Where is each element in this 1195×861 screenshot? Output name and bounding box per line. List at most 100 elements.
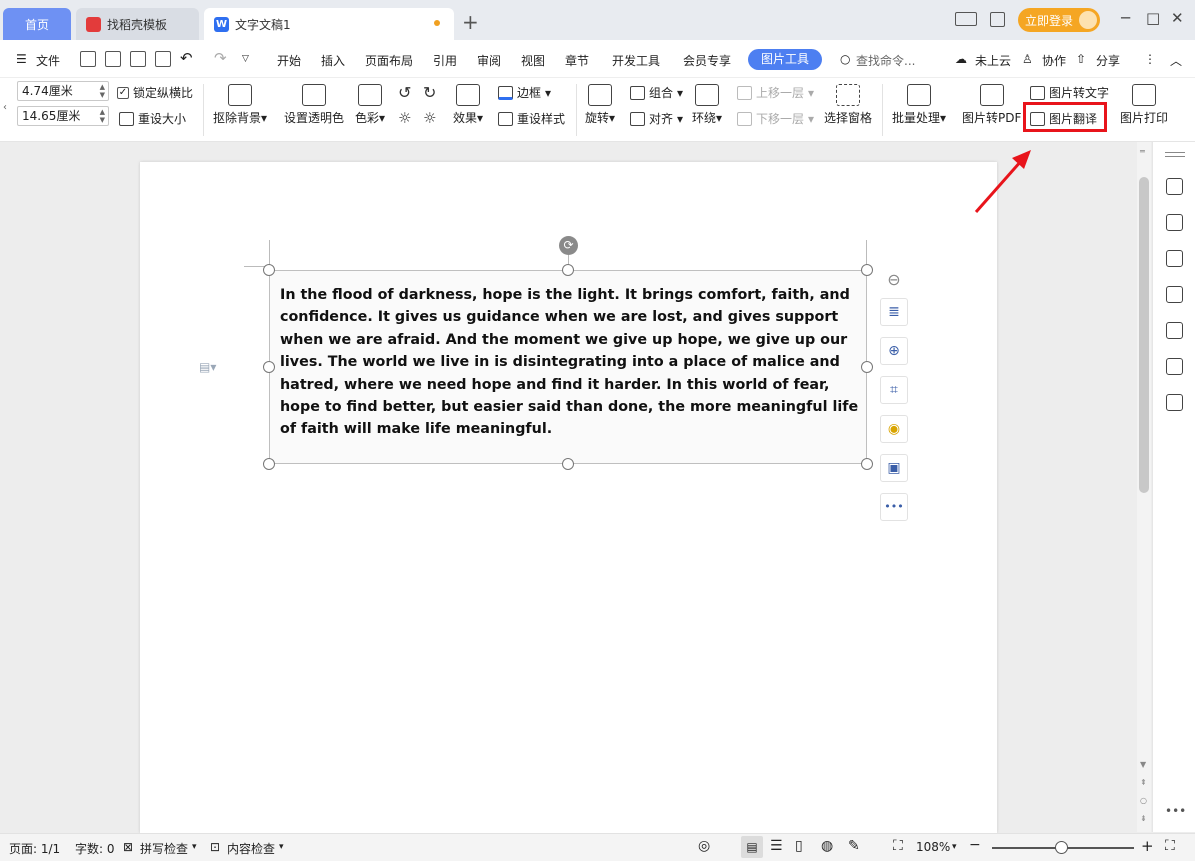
- scroll-down-icon[interactable]: ▼: [1140, 760, 1146, 769]
- content-check-button[interactable]: 内容检查: [227, 840, 275, 857]
- rotate-right-icon[interactable]: ↻: [423, 83, 436, 102]
- effects-button[interactable]: 效果▾: [453, 84, 483, 126]
- border-button[interactable]: 边框 ▾: [498, 84, 551, 101]
- height-spinner-icon[interactable]: ▲ ▼: [100, 83, 105, 99]
- reading-view-icon[interactable]: ▯: [795, 838, 803, 854]
- fullscreen-icon[interactable]: ⛶: [1165, 838, 1175, 854]
- resize-handle-left[interactable]: [263, 361, 275, 373]
- width-spinner-icon[interactable]: ▲ ▼: [100, 108, 105, 124]
- undo-icon[interactable]: ↶: [180, 49, 193, 67]
- pen-icon[interactable]: [1166, 214, 1183, 231]
- adjust-sliders-icon[interactable]: [1166, 286, 1183, 303]
- rotate-button[interactable]: 旋转▾: [585, 84, 615, 126]
- menu-developer[interactable]: 开发工具: [612, 52, 660, 69]
- menu-page-layout[interactable]: 页面布局: [365, 52, 413, 69]
- reset-size-button[interactable]: 重设大小: [119, 110, 186, 127]
- apps-grid-icon[interactable]: [990, 12, 1005, 27]
- send-backward-button[interactable]: 下移一层 ▾: [737, 110, 814, 127]
- resize-handle-bottom-right[interactable]: [861, 458, 873, 470]
- more-menu-icon[interactable]: ⋮: [1144, 52, 1156, 66]
- print-icon[interactable]: [130, 51, 146, 67]
- picture-width-input[interactable]: 14.65厘米 ▲ ▼: [17, 106, 109, 126]
- image-print-button[interactable]: 图片打印: [1120, 84, 1168, 126]
- picture-height-input[interactable]: 4.74厘米 ▲ ▼: [17, 81, 109, 101]
- brightness-increase-icon[interactable]: ☼: [398, 109, 411, 127]
- vertical-scrollbar[interactable]: ═ ▼ ⇞ ○ ⇟: [1137, 142, 1151, 832]
- web-view-icon[interactable]: ◍: [821, 838, 833, 854]
- group-button[interactable]: 组合 ▾: [630, 84, 683, 101]
- menu-picture-tools[interactable]: 图片工具: [748, 49, 822, 70]
- maximize-button[interactable]: □: [1146, 9, 1160, 27]
- login-button[interactable]: 立即登录: [1018, 8, 1100, 32]
- tab-home[interactable]: 首页: [3, 8, 71, 40]
- color-button[interactable]: 色彩▾: [355, 84, 385, 126]
- resize-handle-bottom[interactable]: [562, 458, 574, 470]
- menu-insert[interactable]: 插入: [321, 52, 345, 69]
- write-mode-icon[interactable]: ✎: [848, 838, 860, 854]
- picture-effects-icon[interactable]: [1166, 322, 1183, 339]
- batch-process-button[interactable]: 批量处理▾: [892, 84, 946, 126]
- zoom-level[interactable]: 108%: [916, 840, 950, 854]
- brightness-decrease-icon[interactable]: ☼: [423, 109, 436, 127]
- layout-switch-icon[interactable]: [955, 12, 977, 26]
- rotate-left-icon[interactable]: ↺: [398, 83, 411, 102]
- tab-document[interactable]: W 文字文稿1: [204, 8, 454, 40]
- page-view-icon[interactable]: ▤: [741, 836, 763, 858]
- menu-review[interactable]: 审阅: [477, 52, 501, 69]
- more-tools-icon[interactable]: •••: [880, 493, 908, 521]
- set-transparent-color-button[interactable]: 设置透明色: [284, 84, 344, 126]
- smart-suggest-icon[interactable]: ◉: [880, 415, 908, 443]
- location-pin-icon[interactable]: [1166, 358, 1183, 375]
- save-icon[interactable]: [80, 51, 96, 67]
- zoom-out-button[interactable]: −: [969, 837, 981, 853]
- remove-background-button[interactable]: 抠除背景▾: [213, 84, 267, 126]
- tab-template[interactable]: 找稻壳模板: [76, 8, 199, 40]
- fit-page-icon[interactable]: ⛶: [893, 838, 903, 854]
- scrollbar-thumb[interactable]: [1139, 177, 1149, 493]
- print-preview-icon[interactable]: [155, 51, 171, 67]
- text-wrap-button[interactable]: 环绕▾: [692, 84, 722, 126]
- sidebar-more-icon[interactable]: •••: [1165, 804, 1186, 818]
- spell-check-button[interactable]: 拼写检查: [140, 840, 188, 857]
- reset-style-button[interactable]: 重设样式: [498, 110, 565, 127]
- resize-handle-top-right[interactable]: [861, 264, 873, 276]
- rotate-handle-icon[interactable]: ⟳: [559, 236, 578, 255]
- selection-pane-button[interactable]: 选择窗格: [824, 84, 872, 126]
- resize-handle-top-left[interactable]: [263, 264, 275, 276]
- image-to-text-button[interactable]: 图片转文字: [1030, 84, 1109, 101]
- eye-protection-icon[interactable]: ◎: [698, 838, 710, 854]
- ribbon-scroll-left-icon[interactable]: ‹: [3, 102, 7, 113]
- new-tab-button[interactable]: +: [462, 12, 479, 32]
- word-count[interactable]: 字数: 0: [75, 840, 115, 857]
- rocket-icon[interactable]: [1166, 178, 1183, 195]
- menu-file[interactable]: 文件: [36, 52, 60, 69]
- minimize-button[interactable]: ─: [1121, 9, 1130, 27]
- scroll-top-icon[interactable]: ═: [1140, 147, 1145, 156]
- menu-start[interactable]: 开始: [277, 52, 301, 69]
- export-icon[interactable]: [105, 51, 121, 67]
- cloud-status[interactable]: 未上云: [975, 52, 1011, 69]
- resize-handle-top[interactable]: [562, 264, 574, 276]
- layout-options-icon[interactable]: ▤▾: [199, 360, 216, 374]
- collapse-ribbon-icon[interactable]: ︿: [1170, 52, 1182, 69]
- menu-references[interactable]: 引用: [433, 52, 457, 69]
- command-search-input[interactable]: 查找命令...: [856, 52, 915, 69]
- select-cursor-icon[interactable]: [1166, 250, 1183, 267]
- lock-ratio-checkbox[interactable]: ✓ 锁定纵横比: [117, 84, 193, 101]
- menu-member[interactable]: 会员专享: [683, 52, 731, 69]
- close-button[interactable]: ✕: [1171, 9, 1184, 27]
- menu-section[interactable]: 章节: [565, 52, 589, 69]
- customize-toolbar-icon[interactable]: ▽: [242, 54, 249, 64]
- redo-icon[interactable]: ↷: [214, 49, 227, 67]
- select-browse-icon[interactable]: ○: [1140, 796, 1147, 805]
- next-page-icon[interactable]: ⇟: [1140, 814, 1147, 823]
- wrap-layout-icon[interactable]: ≣: [880, 298, 908, 326]
- bring-forward-button[interactable]: 上移一层 ▾: [737, 84, 814, 101]
- zoom-slider-thumb[interactable]: [1055, 841, 1068, 854]
- crop-icon[interactable]: ⌗: [880, 376, 908, 404]
- zoom-picture-icon[interactable]: ⊕: [880, 337, 908, 365]
- share-button[interactable]: 分享: [1096, 52, 1120, 69]
- book-icon[interactable]: [1166, 394, 1183, 411]
- align-button[interactable]: 对齐 ▾: [630, 110, 683, 127]
- menu-view[interactable]: 视图: [521, 52, 545, 69]
